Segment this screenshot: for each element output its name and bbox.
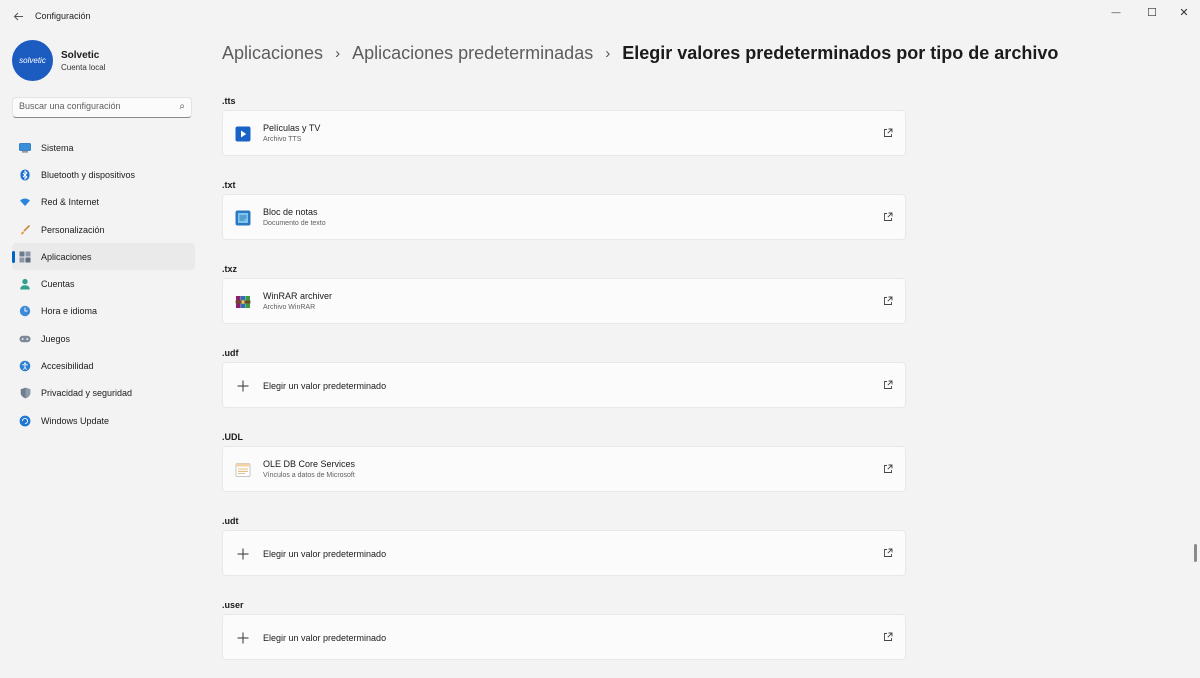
title-bar: Configuración — ☐ ✕ (0, 0, 1200, 32)
close-icon: ✕ (1179, 6, 1189, 19)
sidebar-item-label: Aplicaciones (41, 251, 92, 262)
sidebar-item-sistema[interactable]: Sistema (12, 134, 195, 161)
monitor-icon (19, 142, 31, 154)
file-extension-label: .UDL (222, 432, 243, 442)
globe-clock-icon (19, 305, 31, 317)
person-icon (19, 278, 31, 290)
chevron-right-icon: › (335, 44, 341, 62)
page-title: Elegir valores predeterminados por tipo … (622, 42, 1059, 63)
sidebar-item-label: Sistema (41, 142, 74, 153)
app-description: Archivo TTS (263, 136, 302, 143)
sidebar-item-label: Cuentas (41, 279, 75, 290)
sidebar-item-privacidad-y-seguridad[interactable]: Privacidad y seguridad (12, 380, 195, 407)
update-icon (19, 415, 31, 427)
sidebar-item-juegos[interactable]: Juegos (12, 325, 195, 352)
back-arrow-icon (13, 12, 23, 20)
app-description: Vínculos a datos de Microsoft (263, 472, 355, 479)
breadcrumb: Aplicaciones › Aplicaciones predetermina… (222, 40, 1058, 66)
plus-icon (235, 546, 251, 562)
sidebar-nav: Sistema Bluetooth y dispositivos Red & Int… (12, 134, 195, 434)
default-app-card[interactable]: Películas y TV Archivo TTS (222, 110, 906, 156)
search-box[interactable]: ⌕ (12, 97, 192, 118)
maximize-button[interactable]: ☐ (1138, 4, 1166, 20)
open-external-icon[interactable] (882, 547, 894, 559)
open-external-icon[interactable] (882, 127, 894, 139)
user-profile[interactable]: solvetic Solvetic Cuenta local (12, 38, 192, 86)
brush-icon (19, 224, 31, 236)
apps-icon (19, 251, 31, 263)
choose-default-label: Elegir un valor predeterminado (263, 381, 387, 391)
wifi-icon (19, 196, 31, 208)
file-extension-label: .tts (222, 96, 236, 106)
sidebar-item-hora-e-idioma[interactable]: Hora e idioma (12, 298, 195, 325)
udl-icon (235, 462, 251, 478)
sidebar-item-red-internet[interactable]: Red & Internet (12, 189, 195, 216)
sidebar-item-bluetooth-y-dispositivos[interactable]: Bluetooth y dispositivos (12, 161, 195, 188)
open-external-icon[interactable] (882, 631, 894, 643)
accessibility-icon (19, 360, 31, 372)
bluetooth-icon (19, 169, 31, 181)
open-external-icon[interactable] (882, 295, 894, 307)
avatar: solvetic (12, 40, 53, 81)
sidebar-item-accesibilidad[interactable]: Accesibilidad (12, 352, 195, 379)
shield-icon (19, 387, 31, 399)
file-type-list: .tts Películas y TV Archivo TTS .txt Bloc de… (222, 90, 906, 678)
app-name: Bloc de notas (263, 207, 318, 217)
chevron-right-icon: › (605, 44, 611, 62)
open-external-icon[interactable] (882, 211, 894, 223)
minimize-button[interactable]: — (1102, 4, 1130, 20)
sidebar-item-label: Bluetooth y dispositivos (41, 169, 136, 180)
sidebar-item-aplicaciones[interactable]: Aplicaciones (12, 243, 195, 271)
file-extension-label: .udt (222, 516, 239, 526)
choose-default-button[interactable]: Elegir un valor predeterminado (222, 614, 906, 660)
movies-tv-icon (235, 126, 251, 142)
default-app-card[interactable]: WinRAR archiver Archivo WinRAR (222, 278, 906, 324)
avatar-text: solvetic (19, 56, 46, 65)
sidebar-item-label: Windows Update (41, 415, 110, 426)
choose-default-button[interactable]: Elegir un valor predeterminado (222, 362, 906, 408)
app-name: Películas y TV (263, 123, 321, 133)
plus-icon (235, 630, 251, 646)
sidebar-item-personalizacion[interactable]: Personalización (12, 216, 195, 243)
default-app-card[interactable]: OLE DB Core Services Vínculos a datos de … (222, 446, 906, 492)
profile-name: Solvetic (61, 50, 100, 61)
file-extension-label: .udf (222, 348, 239, 358)
sidebar-item-label: Personalización (41, 224, 105, 235)
maximize-icon: ☐ (1147, 6, 1157, 19)
sidebar-item-label: Hora e idioma (41, 306, 98, 317)
file-extension-label: .txz (222, 264, 238, 274)
app-title: Configuración (35, 11, 91, 21)
sidebar-item-label: Accesibilidad (41, 361, 94, 372)
sidebar-item-label: Red & Internet (41, 197, 100, 208)
choose-default-label: Elegir un valor predeterminado (263, 549, 387, 559)
open-external-icon[interactable] (882, 379, 894, 391)
sidebar-item-windows-update[interactable]: Windows Update (12, 407, 195, 434)
choose-default-label: Elegir un valor predeterminado (263, 633, 387, 643)
scrollbar-thumb[interactable] (1194, 544, 1197, 562)
app-name: WinRAR archiver (263, 291, 333, 301)
breadcrumb-aplicaciones-predeterminadas[interactable]: Aplicaciones predeterminadas (352, 43, 593, 64)
close-button[interactable]: ✕ (1170, 4, 1198, 20)
file-extension-label: .user (222, 600, 244, 610)
sidebar-item-cuentas[interactable]: Cuentas (12, 270, 195, 297)
winrar-icon (235, 294, 251, 310)
app-description: Archivo WinRAR (263, 304, 316, 311)
default-app-card[interactable]: Bloc de notas Documento de texto (222, 194, 906, 240)
sidebar-item-label: Privacidad y seguridad (41, 388, 133, 399)
plus-icon (235, 378, 251, 394)
notepad-icon (235, 210, 251, 226)
choose-default-button[interactable]: Elegir un valor predeterminado (222, 530, 906, 576)
search-icon[interactable]: ⌕ (179, 101, 185, 112)
app-description: Documento de texto (263, 220, 326, 227)
breadcrumb-aplicaciones[interactable]: Aplicaciones (222, 43, 323, 64)
file-extension-label: .txt (222, 180, 236, 190)
sidebar-item-label: Juegos (41, 333, 71, 344)
back-button[interactable] (8, 6, 28, 26)
profile-account-type: Cuenta local (61, 63, 106, 72)
search-input[interactable] (19, 101, 169, 111)
gamepad-icon (19, 333, 31, 345)
open-external-icon[interactable] (882, 463, 894, 475)
minimize-icon: — (1111, 7, 1121, 17)
app-name: OLE DB Core Services (263, 459, 356, 469)
